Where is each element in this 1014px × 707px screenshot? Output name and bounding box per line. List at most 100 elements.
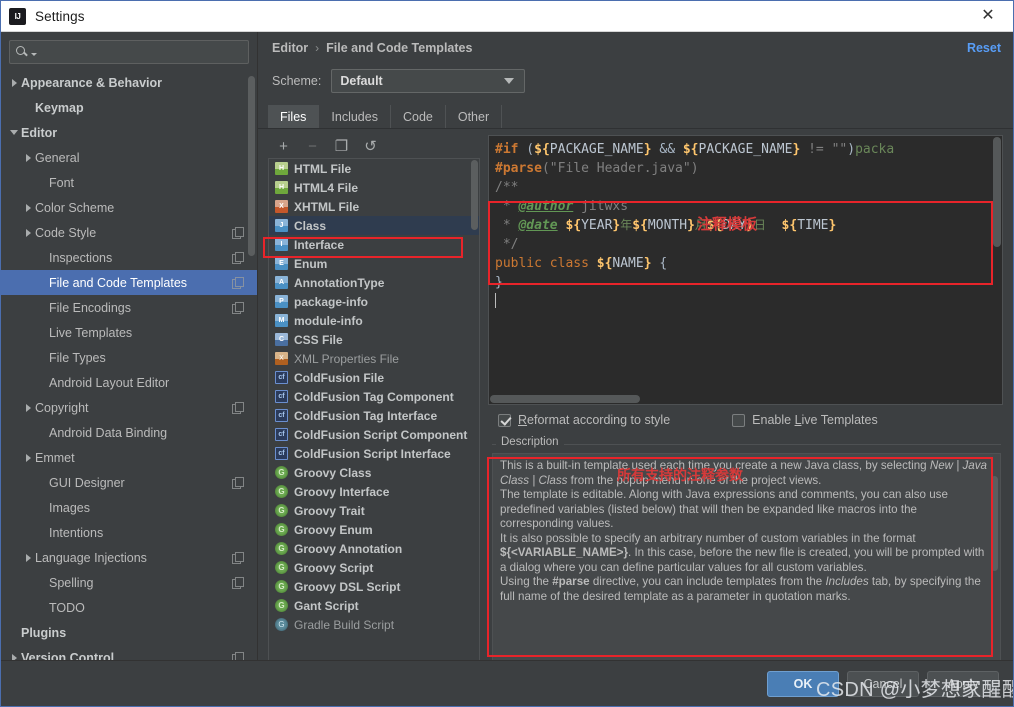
sidebar-item-label: Android Layout Editor: [49, 375, 170, 390]
apply-button[interactable]: Apply: [927, 670, 999, 697]
template-list-item[interactable]: cf ColdFusion Tag Interface: [269, 406, 479, 425]
sidebar-item-emmet[interactable]: Emmet: [1, 445, 257, 470]
sidebar-item-font[interactable]: Font: [1, 170, 257, 195]
sidebar-item-appearance-behavior[interactable]: Appearance & Behavior: [1, 70, 257, 95]
sidebar-item-spelling[interactable]: Spelling: [1, 570, 257, 595]
template-list-item[interactable]: X XML Properties File: [269, 349, 479, 368]
copy-settings-icon[interactable]: [232, 302, 244, 314]
checkbox-box[interactable]: [498, 413, 511, 427]
checkbox-enable-live-templates[interactable]: Enable Live Templates: [732, 413, 878, 427]
copy-settings-icon[interactable]: [232, 552, 244, 564]
checkbox-label: Reformat according to style: [518, 413, 671, 427]
tab-files[interactable]: Files: [268, 105, 320, 128]
sidebar-item-language-injections[interactable]: Language Injections: [1, 545, 257, 570]
copy-settings-icon[interactable]: [232, 477, 244, 489]
sidebar-item-file-encodings[interactable]: File Encodings: [1, 295, 257, 320]
template-list-item[interactable]: X XHTML File: [269, 197, 479, 216]
sidebar-item-label: Intentions: [49, 525, 104, 540]
template-list-item[interactable]: E Enum: [269, 254, 479, 273]
sidebar-item-label: Copyright: [35, 400, 89, 415]
cancel-button[interactable]: Cancel: [847, 670, 919, 697]
search-input[interactable]: [37, 45, 243, 59]
sidebar-item-label: Inspections: [49, 250, 113, 265]
scheme-dropdown[interactable]: Default: [331, 69, 526, 93]
reset-link[interactable]: Reset: [967, 41, 1001, 55]
reset-button[interactable]: ↺: [363, 139, 378, 154]
sidebar-scrollbar[interactable]: [248, 76, 255, 256]
editor-horizontal-scrollbar[interactable]: [490, 395, 640, 403]
sidebar-item-inspections[interactable]: Inspections: [1, 245, 257, 270]
add-button[interactable]: +: [276, 139, 291, 154]
chevron-right-icon[interactable]: [21, 203, 35, 212]
template-list-item[interactable]: cf ColdFusion Script Component: [269, 425, 479, 444]
sidebar-item-intentions[interactable]: Intentions: [1, 520, 257, 545]
chevron-down-icon[interactable]: [7, 130, 21, 135]
chevron-right-icon[interactable]: [21, 153, 35, 162]
template-list-scrollbar[interactable]: [471, 160, 478, 230]
copy-settings-icon[interactable]: [232, 402, 244, 414]
copy-settings-icon[interactable]: [232, 252, 244, 264]
template-list-item[interactable]: I Interface: [269, 235, 479, 254]
template-list-item[interactable]: cf ColdFusion File: [269, 368, 479, 387]
template-list-item[interactable]: G Groovy Trait: [269, 501, 479, 520]
template-list-item[interactable]: H HTML4 File: [269, 178, 479, 197]
sidebar-item-keymap[interactable]: Keymap: [1, 95, 257, 120]
template-list-item-label: Groovy Enum: [294, 522, 373, 537]
sidebar-item-general[interactable]: General: [1, 145, 257, 170]
template-list-item[interactable]: G Groovy DSL Script: [269, 577, 479, 596]
checkbox-box[interactable]: [732, 413, 746, 427]
chevron-right-icon[interactable]: [7, 78, 21, 87]
template-list-item[interactable]: G Groovy Script: [269, 558, 479, 577]
editor-vertical-scrollbar[interactable]: [993, 137, 1001, 247]
sidebar-item-editor[interactable]: Editor: [1, 120, 257, 145]
template-list-item[interactable]: Ppackage-info: [269, 292, 479, 311]
copy-settings-icon[interactable]: [232, 577, 244, 589]
sidebar-item-code-style[interactable]: Code Style: [1, 220, 257, 245]
sidebar-item-android-layout-editor[interactable]: Android Layout Editor: [1, 370, 257, 395]
tab-other[interactable]: Other: [446, 105, 503, 128]
template-list-item[interactable]: G Groovy Class: [269, 463, 479, 482]
remove-button[interactable]: −: [305, 139, 320, 154]
template-list-item[interactable]: cf ColdFusion Script Interface: [269, 444, 479, 463]
sidebar-item-plugins[interactable]: Plugins: [1, 620, 257, 645]
chevron-right-icon[interactable]: [21, 453, 35, 462]
copy-settings-icon[interactable]: [232, 227, 244, 239]
description-paragraph-3: It is also possible to specify an arbitr…: [500, 531, 985, 574]
template-list-item[interactable]: H HTML File: [269, 159, 479, 178]
tab-code[interactable]: Code: [391, 105, 446, 128]
sidebar-item-file-types[interactable]: File Types: [1, 345, 257, 370]
sidebar-item-color-scheme[interactable]: Color Scheme: [1, 195, 257, 220]
sidebar-item-gui-designer[interactable]: GUI Designer: [1, 470, 257, 495]
template-list-item[interactable]: G Gradle Build Script: [269, 615, 479, 634]
chevron-right-icon[interactable]: [21, 553, 35, 562]
template-list-item[interactable]: A AnnotationType: [269, 273, 479, 292]
sidebar-item-live-templates[interactable]: Live Templates: [1, 320, 257, 345]
ok-button[interactable]: OK: [767, 670, 839, 697]
template-code-editor[interactable]: #if (${PACKAGE_NAME} && ${PACKAGE_NAME} …: [488, 135, 1003, 405]
sidebar-item-copyright[interactable]: Copyright: [1, 395, 257, 420]
template-list-item[interactable]: C CSS File: [269, 330, 479, 349]
template-list-item[interactable]: G Groovy Annotation: [269, 539, 479, 558]
sidebar-item-file-and-code-templates[interactable]: File and Code Templates: [1, 270, 257, 295]
chevron-right-icon[interactable]: [21, 228, 35, 237]
template-list-item[interactable]: G Groovy Enum: [269, 520, 479, 539]
sidebar-item-images[interactable]: Images: [1, 495, 257, 520]
template-list-item[interactable]: cf ColdFusion Tag Component: [269, 387, 479, 406]
template-list-item-label: Groovy Annotation: [294, 541, 403, 556]
copy-settings-icon[interactable]: [232, 277, 244, 289]
sidebar-item-label: Images: [49, 500, 90, 515]
description-scrollbar[interactable]: [991, 476, 998, 571]
template-list-item[interactable]: G Groovy Interface: [269, 482, 479, 501]
checkbox-reformat-according-to-style[interactable]: Reformat according to style: [498, 413, 670, 427]
chevron-right-icon[interactable]: [21, 403, 35, 412]
copy-button[interactable]: ❐: [334, 139, 349, 154]
sidebar-item-android-data-binding[interactable]: Android Data Binding: [1, 420, 257, 445]
template-list-item[interactable]: G Gant Script: [269, 596, 479, 615]
template-list-item[interactable]: Mmodule-info: [269, 311, 479, 330]
close-icon[interactable]: ✕: [971, 3, 1005, 29]
search-box[interactable]: [9, 40, 249, 64]
tab-includes[interactable]: Includes: [319, 105, 391, 128]
breadcrumb-item-editor[interactable]: Editor: [272, 41, 308, 55]
sidebar-item-todo[interactable]: TODO: [1, 595, 257, 620]
template-list-item[interactable]: J Class: [269, 216, 479, 235]
